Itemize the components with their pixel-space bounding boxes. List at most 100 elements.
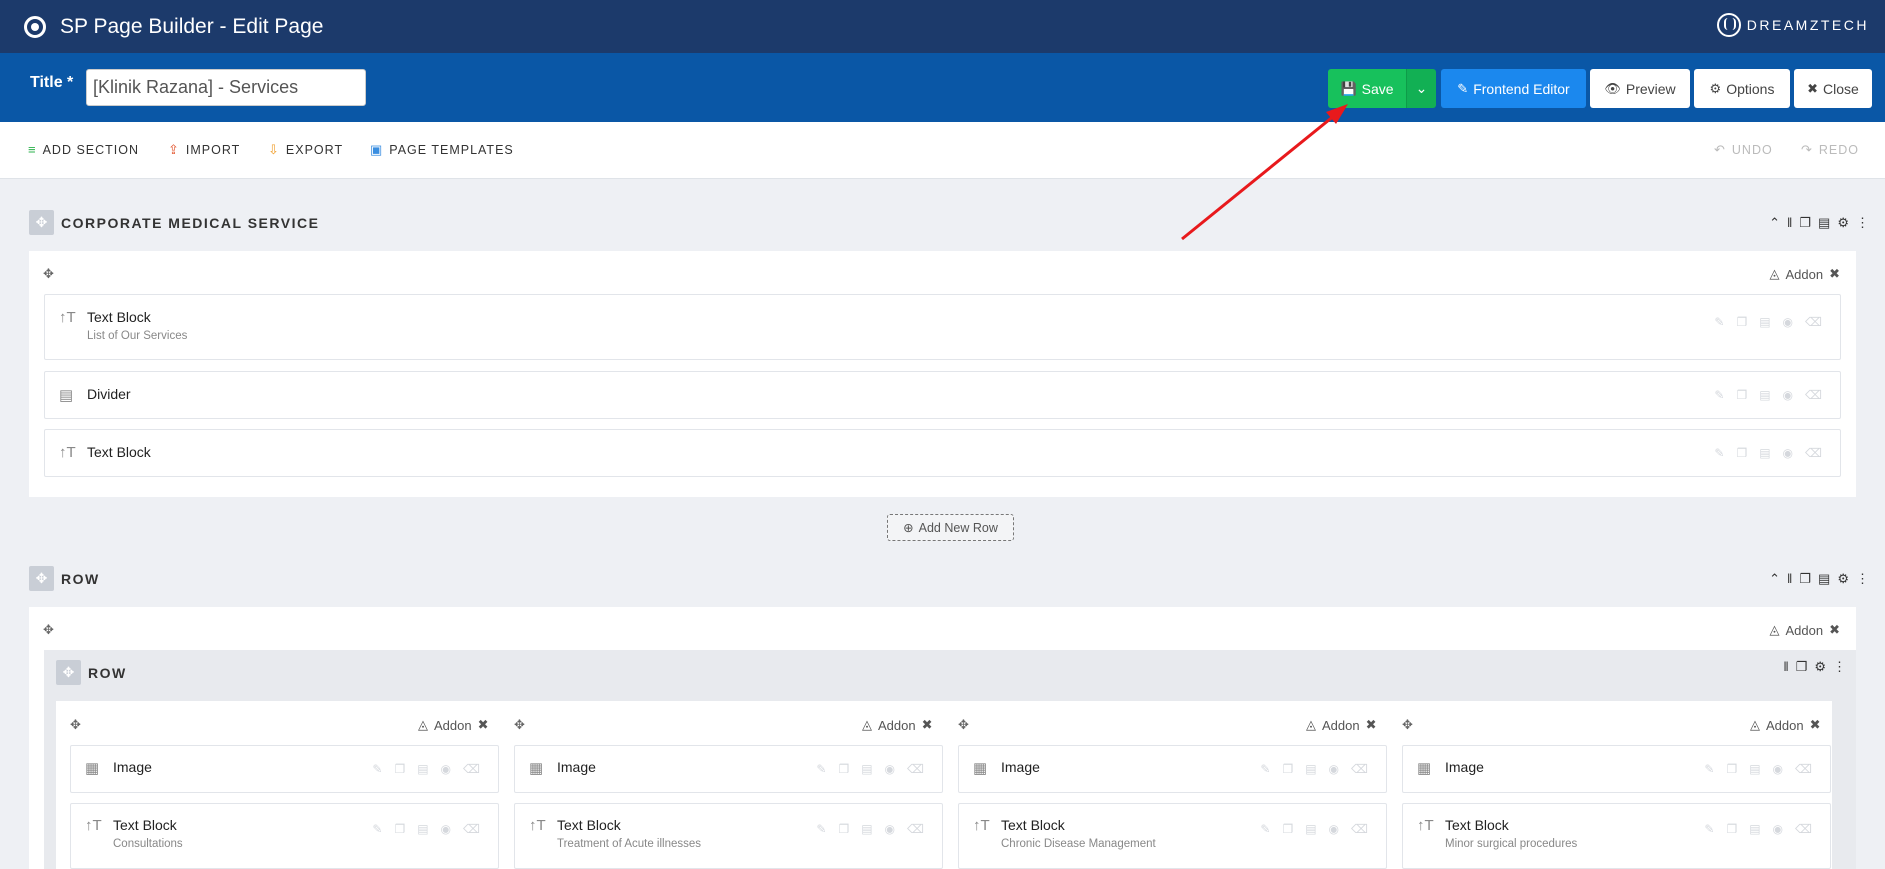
move-icon[interactable]: ✥ bbox=[514, 717, 525, 733]
save-icon[interactable]: ▤ bbox=[1749, 822, 1760, 836]
page-templates-button[interactable]: ▣ PAGE TEMPLATES bbox=[370, 142, 514, 158]
add-section-button[interactable]: ≡ ADD SECTION bbox=[28, 142, 139, 157]
duplicate-icon[interactable]: ❐ bbox=[838, 822, 849, 836]
export-button[interactable]: ⇩ EXPORT bbox=[268, 142, 343, 158]
add-addon-button[interactable]: ◬ Addon ✖ bbox=[418, 717, 489, 733]
drag-handle-icon[interactable]: ✥ bbox=[29, 566, 54, 591]
save-icon[interactable]: ▤ bbox=[861, 762, 872, 776]
duplicate-icon[interactable]: ❐ bbox=[394, 822, 405, 836]
trash-icon[interactable]: ⌫ bbox=[907, 822, 924, 836]
edit-icon[interactable]: ✎ bbox=[1260, 822, 1270, 836]
edit-icon[interactable]: ✎ bbox=[1704, 822, 1714, 836]
tools-icon[interactable]: ✖ bbox=[1810, 717, 1821, 733]
move-icon[interactable]: ✥ bbox=[1402, 717, 1413, 733]
tools-icon[interactable]: ✖ bbox=[478, 717, 489, 733]
save-icon[interactable]: ▤ bbox=[417, 762, 428, 776]
duplicate-icon[interactable]: ❐ bbox=[838, 762, 849, 776]
eye-icon[interactable]: ◉ bbox=[441, 762, 451, 776]
save-icon[interactable]: ▤ bbox=[1818, 571, 1830, 587]
edit-icon[interactable]: ✎ bbox=[1714, 446, 1724, 460]
collapse-icon[interactable]: ⌃ bbox=[1769, 215, 1780, 231]
addon-item[interactable]: ▦ Image ✎ ❐ ▤ ◉ ⌫ bbox=[514, 745, 943, 793]
edit-icon[interactable]: ✎ bbox=[1714, 388, 1724, 402]
eye-icon[interactable]: ◉ bbox=[1773, 822, 1783, 836]
add-addon-button[interactable]: ◬ Addon ✖ bbox=[1770, 622, 1841, 638]
duplicate-icon[interactable]: ❐ bbox=[394, 762, 405, 776]
addon-item[interactable]: ▦ Image ✎ ❐ ▤ ◉ ⌫ bbox=[958, 745, 1387, 793]
trash-icon[interactable]: ⌫ bbox=[1805, 315, 1822, 329]
addon-item[interactable]: ▦ Image ✎ ❐ ▤ ◉ ⌫ bbox=[1402, 745, 1831, 793]
eye-icon[interactable]: ◉ bbox=[1329, 822, 1339, 836]
duplicate-icon[interactable]: ❐ bbox=[1726, 822, 1737, 836]
duplicate-icon[interactable]: ❐ bbox=[1736, 388, 1747, 402]
save-icon[interactable]: ▤ bbox=[417, 822, 428, 836]
move-icon[interactable]: ✥ bbox=[70, 717, 81, 733]
trash-icon[interactable]: ⌫ bbox=[1805, 446, 1822, 460]
more-icon[interactable]: ⋮ bbox=[1856, 571, 1869, 587]
trash-icon[interactable]: ⌫ bbox=[1351, 762, 1368, 776]
options-button[interactable]: ⚙ Options bbox=[1694, 69, 1790, 108]
edit-icon[interactable]: ✎ bbox=[372, 822, 382, 836]
duplicate-icon[interactable]: ❐ bbox=[1736, 446, 1747, 460]
gear-icon[interactable]: ⚙ bbox=[1837, 215, 1849, 231]
duplicate-icon[interactable]: ❐ bbox=[1282, 762, 1293, 776]
add-addon-button[interactable]: ◬ Addon ✖ bbox=[1306, 717, 1377, 733]
eye-icon[interactable]: ◉ bbox=[1783, 388, 1793, 402]
addon-item[interactable]: ↑T Text Block List of Our Services ✎ ❐ ▤ ◉ ⌫ bbox=[44, 294, 1841, 360]
edit-icon[interactable]: ✎ bbox=[816, 822, 826, 836]
add-addon-button[interactable]: ◬ Addon ✖ bbox=[1750, 717, 1821, 733]
move-icon[interactable]: ✥ bbox=[958, 717, 969, 733]
save-icon[interactable]: ▤ bbox=[1818, 215, 1830, 231]
addon-item[interactable]: ▤ Divider ✎ ❐ ▤ ◉ ⌫ bbox=[44, 371, 1841, 419]
tools-icon[interactable]: ✖ bbox=[1366, 717, 1377, 733]
edit-icon[interactable]: ✎ bbox=[1714, 315, 1724, 329]
duplicate-icon[interactable]: ❐ bbox=[1736, 315, 1747, 329]
gear-icon[interactable]: ⚙ bbox=[1814, 659, 1826, 675]
add-addon-button[interactable]: ◬ Addon ✖ bbox=[862, 717, 933, 733]
save-icon[interactable]: ▤ bbox=[1759, 446, 1770, 460]
eye-icon[interactable]: ◉ bbox=[885, 762, 895, 776]
edit-icon[interactable]: ✎ bbox=[816, 762, 826, 776]
collapse-icon[interactable]: ⌃ bbox=[1769, 571, 1780, 587]
eye-icon[interactable]: ◉ bbox=[441, 822, 451, 836]
more-icon[interactable]: ⋮ bbox=[1856, 215, 1869, 231]
import-button[interactable]: ⇪ IMPORT bbox=[168, 142, 240, 158]
undo-button[interactable]: ↶ UNDO bbox=[1714, 142, 1773, 158]
tools-icon[interactable]: ✖ bbox=[922, 717, 933, 733]
title-input[interactable] bbox=[86, 69, 366, 106]
copy-icon[interactable]: ❐ bbox=[1799, 571, 1811, 587]
copy-icon[interactable]: ❐ bbox=[1796, 659, 1808, 675]
drag-handle-icon[interactable]: ✥ bbox=[29, 210, 54, 235]
eye-icon[interactable]: ◉ bbox=[1783, 446, 1793, 460]
edit-icon[interactable]: ✎ bbox=[1260, 762, 1270, 776]
save-icon[interactable]: ▤ bbox=[1749, 762, 1760, 776]
save-button[interactable]: 💾 Save bbox=[1328, 69, 1406, 108]
trash-icon[interactable]: ⌫ bbox=[463, 822, 480, 836]
trash-icon[interactable]: ⌫ bbox=[1805, 388, 1822, 402]
addon-item[interactable]: ↑T Text Block Consultations ✎ ❐ ▤ ◉ ⌫ bbox=[70, 803, 499, 869]
save-icon[interactable]: ▤ bbox=[1759, 315, 1770, 329]
save-icon[interactable]: ▤ bbox=[861, 822, 872, 836]
frontend-editor-button[interactable]: ✎ Frontend Editor bbox=[1441, 69, 1586, 108]
eye-icon[interactable]: ◉ bbox=[885, 822, 895, 836]
move-icon[interactable]: ✥ bbox=[43, 622, 54, 638]
trash-icon[interactable]: ⌫ bbox=[1795, 762, 1812, 776]
save-icon[interactable]: ▤ bbox=[1305, 762, 1316, 776]
columns-icon[interactable]: ‖ bbox=[1787, 215, 1792, 231]
edit-icon[interactable]: ✎ bbox=[1704, 762, 1714, 776]
preview-button[interactable]: 👁 Preview bbox=[1590, 69, 1690, 108]
more-icon[interactable]: ⋮ bbox=[1833, 659, 1846, 675]
save-icon[interactable]: ▤ bbox=[1305, 822, 1316, 836]
duplicate-icon[interactable]: ❐ bbox=[1726, 762, 1737, 776]
trash-icon[interactable]: ⌫ bbox=[463, 762, 480, 776]
add-new-row-button[interactable]: ⊕ Add New Row bbox=[887, 514, 1014, 541]
save-options-dropdown[interactable]: ⌄ bbox=[1406, 69, 1436, 108]
trash-icon[interactable]: ⌫ bbox=[1795, 822, 1812, 836]
edit-icon[interactable]: ✎ bbox=[372, 762, 382, 776]
columns-icon[interactable]: ‖ bbox=[1787, 571, 1792, 587]
eye-icon[interactable]: ◉ bbox=[1783, 315, 1793, 329]
eye-icon[interactable]: ◉ bbox=[1773, 762, 1783, 776]
addon-item[interactable]: ▦ Image ✎ ❐ ▤ ◉ ⌫ bbox=[70, 745, 499, 793]
drag-handle-icon[interactable]: ✥ bbox=[56, 660, 81, 685]
trash-icon[interactable]: ⌫ bbox=[1351, 822, 1368, 836]
